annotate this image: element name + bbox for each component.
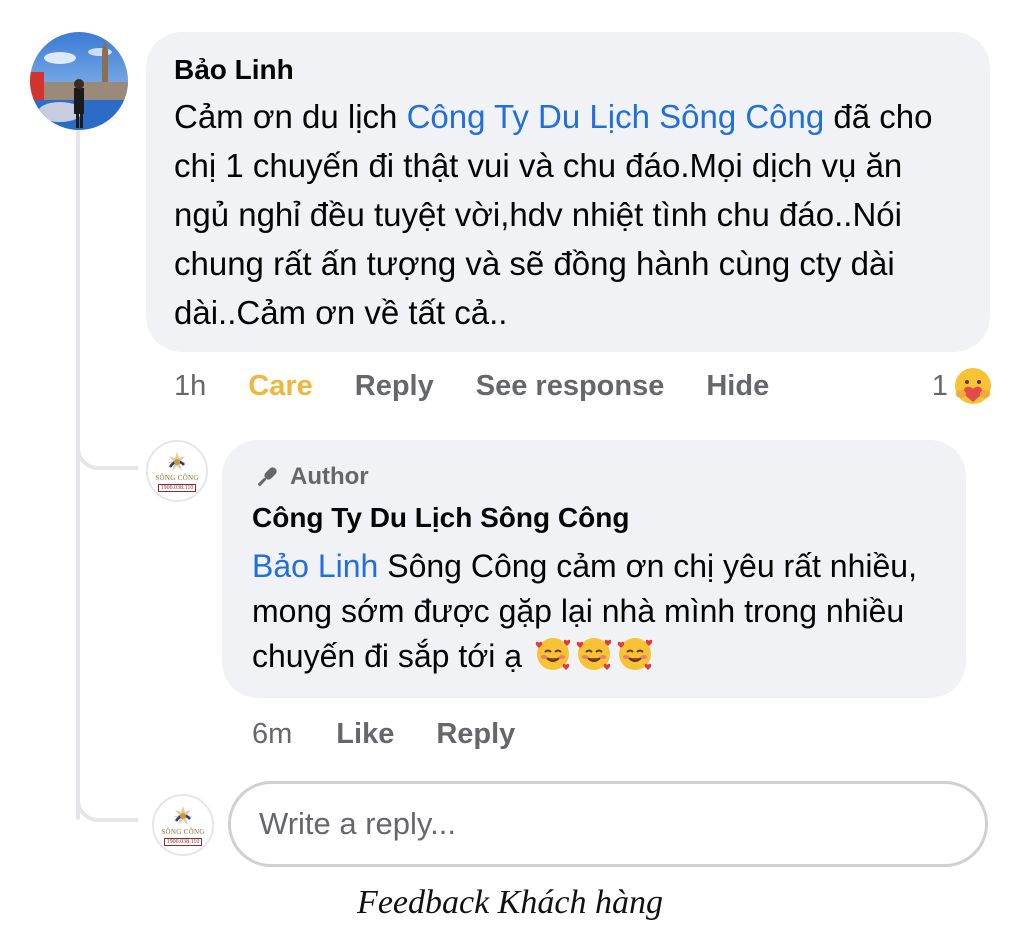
brand-logo-icon — [173, 805, 193, 825]
composer-avatar: SÔNG CÔNG 1900.038.110 — [152, 794, 214, 856]
mention-link[interactable]: Bảo Linh — [252, 548, 378, 584]
brand-name: SÔNG CÔNG — [155, 473, 199, 482]
brand-phone: 1900.038.110 — [157, 483, 197, 492]
reply-text: Bảo Linh Sông Công cảm ơn chị yêu rất nh… — [252, 544, 936, 679]
comment-text-start: Cảm ơn du lịch — [174, 98, 407, 135]
hide-button[interactable]: Hide — [706, 370, 769, 403]
reaction-count: 1 — [931, 369, 948, 402]
reply-actions: 6m Like Reply — [252, 714, 515, 754]
reaction-summary[interactable]: 1 — [932, 365, 994, 407]
mention-link[interactable]: Công Ty Du Lịch Sông Công — [407, 98, 825, 135]
comment-author[interactable]: Bảo Linh — [174, 52, 962, 88]
reply-button[interactable]: Reply — [355, 370, 434, 403]
smiling-face-with-hearts-icon — [535, 638, 571, 670]
brand-phone: 1900.038.110 — [163, 837, 203, 846]
smiling-face-with-hearts-icon — [576, 638, 612, 670]
see-response-button[interactable]: See response — [476, 370, 665, 403]
thread-connector-composer — [76, 770, 138, 822]
smiling-face-with-hearts-icon — [617, 638, 653, 670]
reply-input[interactable] — [259, 806, 957, 842]
caption: Feedback Khách hàng — [357, 884, 663, 921]
comment-actions: 1h Care Reply See response Hide 1 — [174, 364, 994, 408]
author-avatar[interactable]: SÔNG CÔNG 1900.038.110 — [146, 440, 208, 502]
thread-line — [76, 130, 80, 820]
care-emoji-icon — [955, 368, 991, 404]
reply-author[interactable]: Công Ty Du Lịch Sông Công — [252, 500, 936, 536]
author-badge-label: Author — [290, 463, 369, 490]
brand-name: SÔNG CÔNG — [161, 827, 205, 836]
reply-timestamp[interactable]: 6m — [252, 718, 292, 751]
brand-logo-icon — [167, 451, 187, 471]
microphone-icon — [258, 467, 277, 486]
comment-timestamp[interactable]: 1h — [174, 370, 206, 403]
reply-bubble: Author Công Ty Du Lịch Sông Công Bảo Lin… — [222, 440, 966, 698]
like-button[interactable]: Like — [336, 718, 394, 751]
comment-text: Cảm ơn du lịch Công Ty Du Lịch Sông Công… — [174, 92, 962, 337]
avatar[interactable] — [30, 32, 128, 130]
care-reaction-button[interactable]: Care — [248, 370, 313, 403]
profile-photo — [30, 32, 128, 130]
author-badge: Author — [252, 462, 936, 492]
thread-connector-reply — [76, 420, 138, 470]
comment-bubble: Bảo Linh Cảm ơn du lịch Công Ty Du Lịch … — [146, 32, 990, 352]
reply-composer[interactable] — [228, 781, 988, 867]
reply-button[interactable]: Reply — [436, 718, 515, 751]
